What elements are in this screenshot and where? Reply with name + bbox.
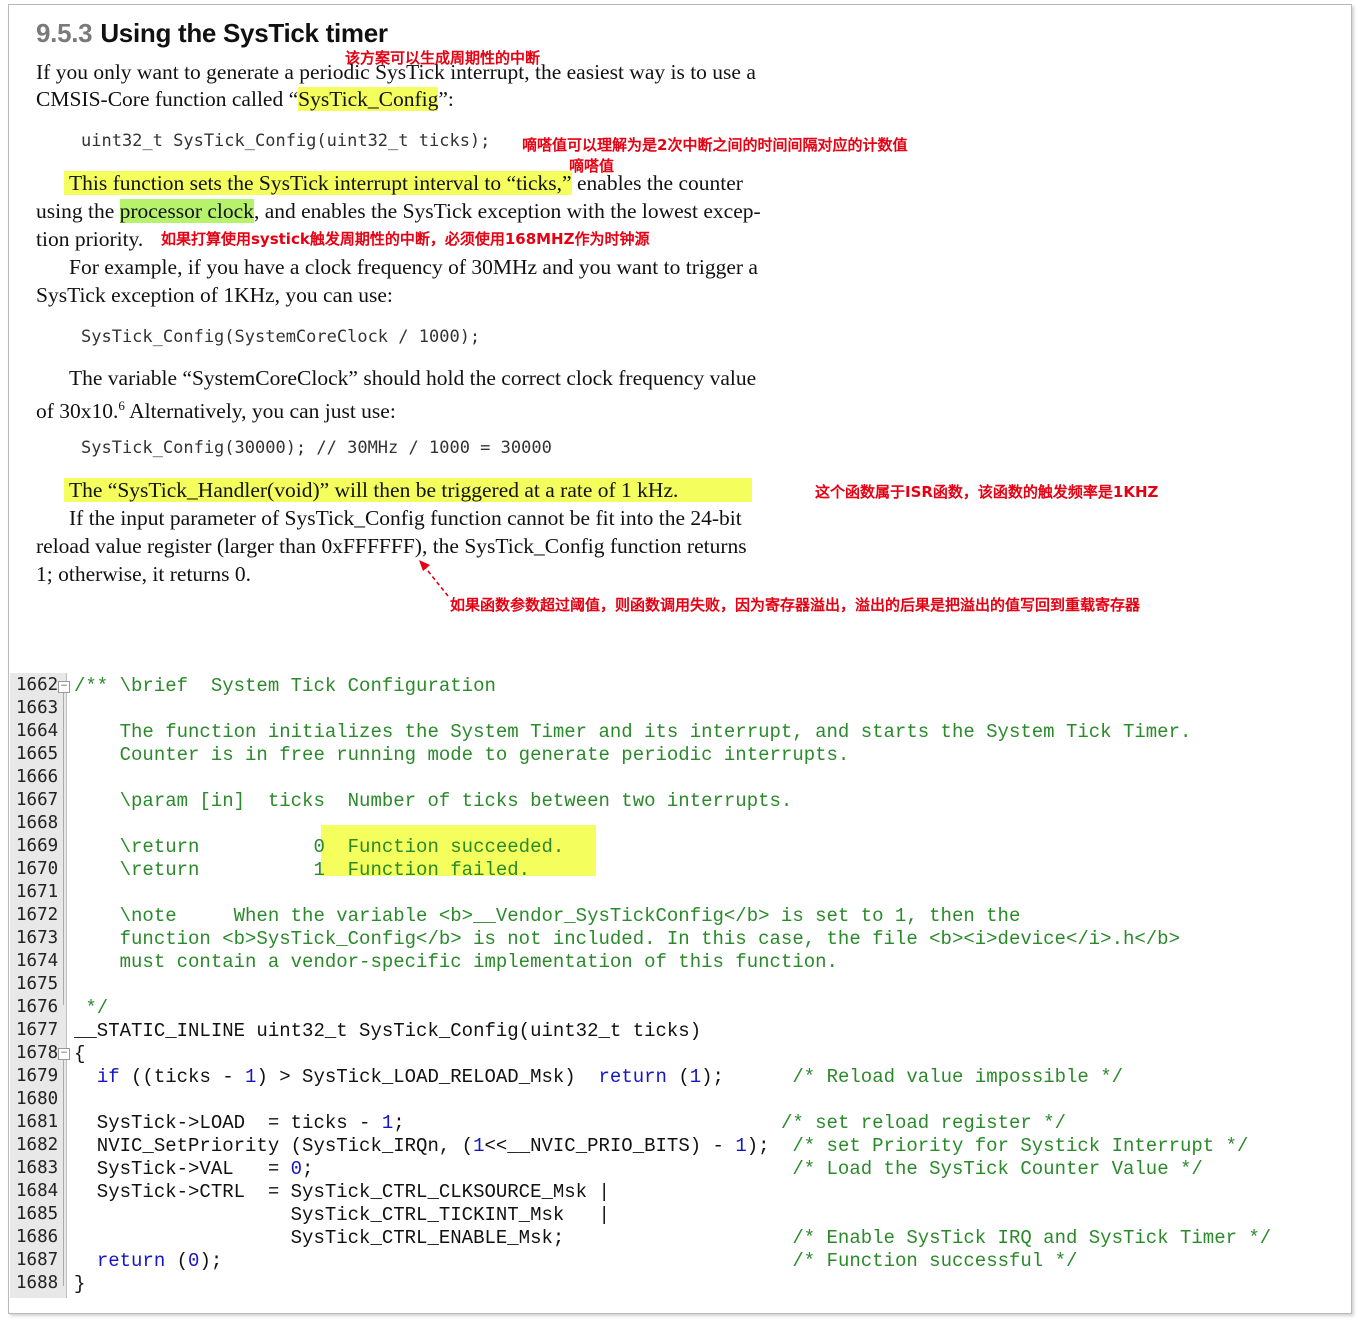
code-line-1673: function <b>SysTick_Config</b> is not in… bbox=[74, 928, 1180, 950]
para5-line1: The “SysTick_Handler(void)” will then be… bbox=[64, 476, 753, 504]
line-number: 1672 bbox=[16, 905, 59, 925]
code-line-1678: { bbox=[74, 1043, 86, 1065]
para1-line2: CMSIS-Core function called “SysTick_Conf… bbox=[36, 87, 454, 111]
para1-line1: If you only want to generate a periodic … bbox=[36, 60, 756, 84]
para2-line2: using the processor clock, and enables t… bbox=[36, 199, 761, 223]
para6-line1: If the input parameter of SysTick_Config… bbox=[69, 506, 742, 530]
line-number: 1677 bbox=[16, 1020, 59, 1040]
line-number: 1676 bbox=[16, 997, 59, 1017]
line-number: 1678 bbox=[16, 1043, 59, 1063]
code-line-1681: SysTick->LOAD = ticks - 1; /* set reload… bbox=[74, 1112, 1066, 1134]
section-heading: 9.5.3 Using the SysTick timer bbox=[36, 18, 388, 49]
line-number: 1665 bbox=[16, 744, 59, 764]
highlight-processor-clock: processor clock bbox=[119, 199, 254, 223]
highlight-handler-rate: The “SysTick_Handler(void)” will then be… bbox=[64, 478, 753, 502]
code-signature: uint32_t SysTick_Config(uint32_t ticks); bbox=[81, 131, 491, 151]
para3-line1: For example, if you have a clock frequen… bbox=[69, 255, 758, 279]
highlight-systick-config: SysTick_Config bbox=[298, 87, 439, 111]
annotation-ticks-meaning: 嘀嗒值可以理解为是2次中断之间的时间间隔对应的计数值 bbox=[522, 136, 908, 154]
line-number: 1686 bbox=[16, 1227, 59, 1247]
code-line-1662: /** \brief System Tick Configuration bbox=[74, 675, 496, 697]
line-number: 1673 bbox=[16, 928, 59, 948]
line-number: 1679 bbox=[16, 1066, 59, 1086]
code-example-1: SysTick_Config(SystemCoreClock / 1000); bbox=[81, 327, 481, 347]
line-number: 1684 bbox=[16, 1181, 59, 1201]
code-line-1670: \return 1 Function failed. bbox=[74, 859, 531, 881]
annotation-clock-source: 如果打算使用systick触发周期性的中断，必须使用168MHZ作为时钟源 bbox=[161, 230, 650, 248]
code-line-1665: Counter is in free running mode to gener… bbox=[74, 744, 850, 766]
line-number: 1685 bbox=[16, 1204, 59, 1224]
line-number: 1667 bbox=[16, 790, 59, 810]
para2-line1: This function sets the SysTick interrupt… bbox=[64, 169, 743, 197]
code-line-1686: SysTick_CTRL_ENABLE_Msk; /* Enable SysTi… bbox=[74, 1227, 1272, 1249]
line-number: 1662 bbox=[16, 675, 59, 695]
line-number: 1687 bbox=[16, 1250, 59, 1270]
line-number: 1670 bbox=[16, 859, 59, 879]
annotation-isr-rate: 这个函数属于ISR函数，该函数的触发频率是1KHZ bbox=[815, 483, 1159, 501]
code-line-1687: return (0); /* Function successful */ bbox=[96, 1250, 1078, 1272]
code-line-1672: \note When the variable <b>__Vendor_SysT… bbox=[74, 905, 1021, 927]
line-number: 1668 bbox=[16, 813, 59, 833]
section-title: Using the SysTick timer bbox=[100, 18, 388, 48]
code-line-1684: SysTick->CTRL = SysTick_CTRL_CLKSOURCE_M… bbox=[74, 1181, 610, 1203]
section-number: 9.5.3 bbox=[36, 18, 93, 48]
code-line-1667: \param [in] ticks Number of ticks betwee… bbox=[74, 790, 793, 812]
code-line-1685: SysTick_CTRL_TICKINT_Msk | bbox=[74, 1204, 610, 1226]
line-number: 1688 bbox=[16, 1273, 59, 1293]
para6-line2: reload value register (larger than 0xFFF… bbox=[36, 534, 747, 558]
code-line-1677: __STATIC_INLINE uint32_t SysTick_Config(… bbox=[74, 1020, 702, 1042]
code-line-1669: \return 0 Function succeeded. bbox=[74, 836, 565, 858]
code-line-1664: The function initializes the System Time… bbox=[74, 721, 1192, 743]
line-number: 1674 bbox=[16, 951, 59, 971]
line-number: 1682 bbox=[16, 1135, 59, 1155]
code-line-1679: if ((ticks - 1) > SysTick_LOAD_RELOAD_Ms… bbox=[96, 1066, 1124, 1088]
line-number: 1680 bbox=[16, 1089, 59, 1109]
code-line-1682: NVIC_SetPriority (SysTick_IRQn, (1<<__NV… bbox=[74, 1135, 1249, 1157]
line-number: 1675 bbox=[16, 974, 59, 994]
para6-line3: 1; otherwise, it returns 0. bbox=[36, 562, 251, 586]
line-number: 1664 bbox=[16, 721, 59, 741]
code-line-1688: } bbox=[74, 1273, 86, 1295]
highlight-interval: This function sets the SysTick interrupt… bbox=[64, 171, 572, 195]
para4-line2: of 30x10.6 Alternatively, you can just u… bbox=[36, 398, 396, 424]
annotation-overflow: 如果函数参数超过阈值，则函数调用失败，因为寄存器溢出，溢出的后果是把溢出的值写回… bbox=[450, 596, 1141, 614]
code-example-2: SysTick_Config(30000); // 30MHz / 1000 =… bbox=[81, 438, 552, 458]
line-number: 1681 bbox=[16, 1112, 59, 1132]
code-line-1676: */ bbox=[74, 997, 109, 1019]
code-line-1683: SysTick->VAL = 0; /* Load the SysTick Co… bbox=[74, 1158, 1203, 1180]
para3-line2: SysTick exception of 1KHz, you can use: bbox=[36, 283, 393, 307]
line-number: 1666 bbox=[16, 767, 59, 787]
para2-line3: tion priority. bbox=[36, 227, 144, 251]
line-number: 1683 bbox=[16, 1158, 59, 1178]
line-number: 1663 bbox=[16, 698, 59, 718]
line-number: 1671 bbox=[16, 882, 59, 902]
para4-line1: The variable “SystemCoreClock” should ho… bbox=[69, 366, 757, 390]
line-number: 1669 bbox=[16, 836, 59, 856]
code-line-1674: must contain a vendor-specific implement… bbox=[74, 951, 838, 973]
